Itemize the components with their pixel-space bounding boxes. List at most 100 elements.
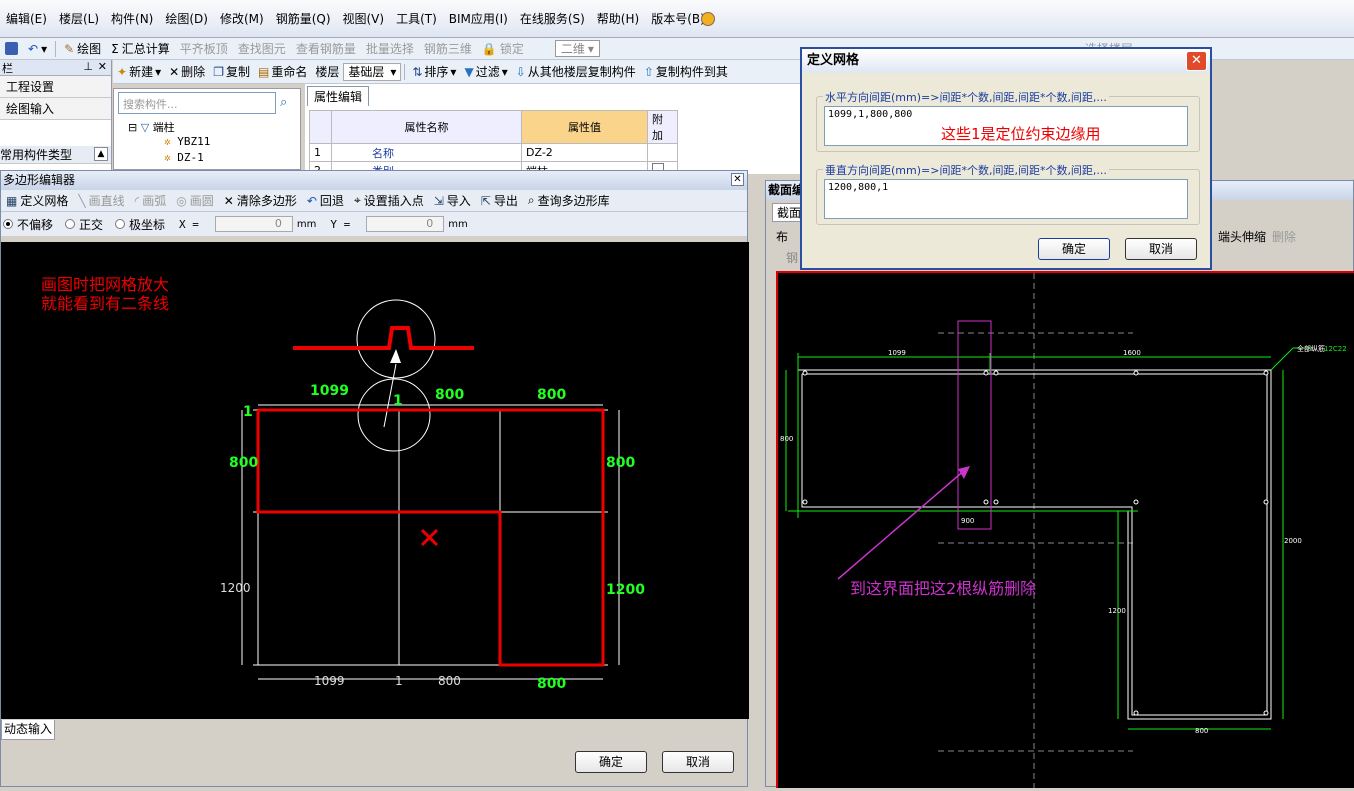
dim-label: 900 — [961, 517, 974, 525]
view-rebar-button[interactable]: 查看钢筋量 — [291, 40, 361, 57]
floor-select[interactable]: 基础层 ▾ — [343, 62, 402, 81]
rebar-button[interactable]: 钢 — [786, 251, 798, 265]
insert-point-icon: ⌖ — [353, 193, 361, 207]
dim-label: 800 — [537, 387, 566, 403]
menu-item[interactable]: 工具(T) — [390, 10, 443, 27]
prop-value[interactable]: DZ-2 — [521, 143, 648, 162]
mode-value: 二维 — [560, 42, 585, 56]
menu-item[interactable]: 编辑(E) — [0, 10, 53, 27]
polygon-editor-window: 多边形编辑器 ✕ ▦ 定义网格 ╲ 画直线 ◜ 画弧 ◎ 画圆 ✕ 清除多边形 ↶ 回退 ⌖ 设… — [0, 170, 749, 787]
menu-item[interactable]: 构件(N) — [105, 10, 159, 27]
rebar3d-button[interactable]: 钢筋三维 — [419, 40, 477, 57]
x-input[interactable]: 0 — [214, 216, 293, 232]
vertical-spacing-input[interactable]: 1200,800,1 — [824, 179, 1188, 219]
user-avatar-icon[interactable] — [701, 12, 715, 26]
clear-polygon-button[interactable]: ✕ 清除多边形 — [219, 192, 302, 209]
rename-button[interactable]: ▤ 重命名 — [254, 63, 311, 80]
mode-select[interactable]: 二维 ▾ — [554, 40, 600, 57]
delete-button[interactable]: 删除 — [1272, 228, 1296, 245]
insert-point-button[interactable]: ⌖ 设置插入点 — [349, 192, 429, 209]
copy-label: 复制 — [225, 65, 250, 79]
close-icon[interactable]: ✕ — [98, 60, 107, 73]
radio-ortho[interactable] — [65, 219, 76, 229]
filter-button[interactable]: ▼ 过滤 ▾ — [460, 63, 511, 80]
tree-root[interactable]: ⊟ ▽ 端柱 — [128, 119, 175, 135]
close-icon[interactable]: ✕ — [731, 173, 744, 186]
draw-button[interactable]: ✎ 绘图 — [59, 40, 106, 57]
query-library-button[interactable]: ⌕ 查询多边形库 — [523, 192, 615, 209]
cancel-button[interactable]: 取消 — [1125, 238, 1197, 260]
sort-button[interactable]: ⇅ 排序 ▾ — [408, 63, 460, 80]
menu-item[interactable]: 视图(V) — [337, 10, 391, 27]
tree-item[interactable]: ✲ YBZ11 — [164, 135, 210, 148]
section-editor-window: 截面编 截面 布 端头伸缩 删除 钢 1099 1600 800 2000 12… — [765, 180, 1354, 788]
property-panel: 属性编辑 属性名称属性值附加 1名称DZ-2 2类别端柱 — [305, 84, 805, 180]
flat-button[interactable]: 平齐板顶 — [175, 40, 233, 57]
batch-button[interactable]: 批量选择 — [361, 40, 419, 57]
component-search-input[interactable]: 搜索构件... — [118, 92, 276, 114]
lock-button[interactable]: 🔒 锁定 — [477, 40, 529, 57]
tab-property-edit[interactable]: 属性编辑 — [307, 86, 370, 106]
collapse-icon[interactable]: ▲ — [94, 147, 108, 161]
clear-polygon-label: 清除多边形 — [236, 194, 297, 208]
new-button[interactable]: ✦ 新建 ▾ — [113, 63, 165, 80]
copy-to-icon: ⇧ — [643, 64, 654, 79]
nav-item-draw-input[interactable]: 绘图输入 — [0, 98, 111, 120]
close-icon[interactable]: ✕ — [1186, 51, 1207, 71]
query-library-label: 查询多边形库 — [537, 194, 610, 208]
import-button[interactable]: ⇲ 导入 — [429, 192, 476, 209]
tree-item[interactable]: ✲ DZ-1 — [164, 151, 204, 164]
menu-item[interactable]: 帮助(H) — [591, 10, 645, 27]
new-icon: ✦ — [117, 64, 128, 79]
copy-from-floor-button[interactable]: ⇩ 从其他楼层复制构件 — [512, 63, 640, 80]
sum-button[interactable]: Σ 汇总计算 — [106, 40, 175, 57]
dim-label: 800 — [229, 455, 258, 471]
menu-item[interactable]: 绘图(D) — [159, 10, 214, 27]
table-row[interactable]: 1 名称 DZ-2 — [309, 143, 678, 162]
dim-label: 1200 — [606, 582, 645, 598]
delete-icon: ✕ — [169, 64, 180, 79]
copy-button[interactable]: ❐ 复制 — [209, 63, 254, 80]
export-button[interactable]: ⇱ 导出 — [476, 192, 523, 209]
menu-item[interactable]: BIM应用(I) — [443, 10, 514, 27]
undo-button[interactable]: ↶ ▾ — [23, 42, 52, 56]
find-button[interactable]: 查找图元 — [233, 40, 291, 57]
menu-item[interactable]: 修改(M) — [214, 10, 270, 27]
dim-label: 800 — [1195, 727, 1208, 735]
copy-to-floor-button[interactable]: ⇧ 复制构件到其 — [640, 63, 732, 80]
nav-panel-header: 栏 ⊥ ✕ — [0, 60, 111, 76]
view-rebar-label: 查看钢筋量 — [295, 42, 356, 56]
ok-button[interactable]: 确定 — [1038, 238, 1110, 260]
dim-label: 1099 — [310, 383, 349, 399]
pin-icon[interactable]: ⊥ — [83, 60, 93, 73]
menu-item[interactable]: 钢筋量(Q) — [270, 10, 337, 27]
polygon-canvas[interactable]: 画图时把网格放大 就能看到有二条线 1099 1 800 800 1 800 8… — [1, 242, 749, 719]
draw-line-button[interactable]: ╲ 画直线 — [73, 192, 129, 209]
section-canvas[interactable]: 1099 1600 800 2000 1200 800 900 全部纵筋 12C… — [776, 271, 1354, 788]
nav-item-project-settings[interactable]: 工程设置 — [0, 76, 111, 98]
radio-no-offset[interactable] — [3, 219, 13, 229]
undo-button[interactable]: ↶ 回退 — [302, 192, 349, 209]
layout-button[interactable]: 布 — [776, 228, 788, 245]
export-label: 导出 — [493, 194, 518, 208]
delete-button[interactable]: ✕ 删除 — [165, 63, 209, 80]
cancel-button[interactable]: 取消 — [662, 751, 734, 773]
menu-item[interactable]: 在线服务(S) — [514, 10, 591, 27]
save-button[interactable] — [0, 42, 23, 55]
draw-circle-button[interactable]: ◎ 画圆 — [171, 192, 219, 209]
define-grid-button[interactable]: ▦ 定义网格 — [1, 192, 73, 209]
tree-item-label: DZ-1 — [177, 151, 204, 164]
dynamic-input-tab[interactable]: 动态输入 — [1, 720, 55, 740]
menu-item[interactable]: 楼层(L) — [53, 10, 105, 27]
ok-button[interactable]: 确定 — [575, 751, 647, 773]
sum-label: 汇总计算 — [121, 42, 170, 56]
tree-item-label: YBZ11 — [177, 135, 211, 148]
component-type-header[interactable]: 常用构件类型 ▲ — [0, 146, 111, 164]
filter-icon: ▼ — [464, 64, 474, 79]
extend-button[interactable]: 端头伸缩 — [1218, 228, 1266, 245]
radio-polar[interactable] — [115, 219, 126, 229]
search-icon[interactable]: ⌕ — [280, 95, 287, 110]
left-nav-panel: 栏 ⊥ ✕ 工程设置 绘图输入 常用构件类型 ▲ — [0, 60, 112, 170]
y-input[interactable]: 0 — [366, 216, 445, 232]
draw-arc-button[interactable]: ◜ 画弧 — [130, 192, 172, 209]
